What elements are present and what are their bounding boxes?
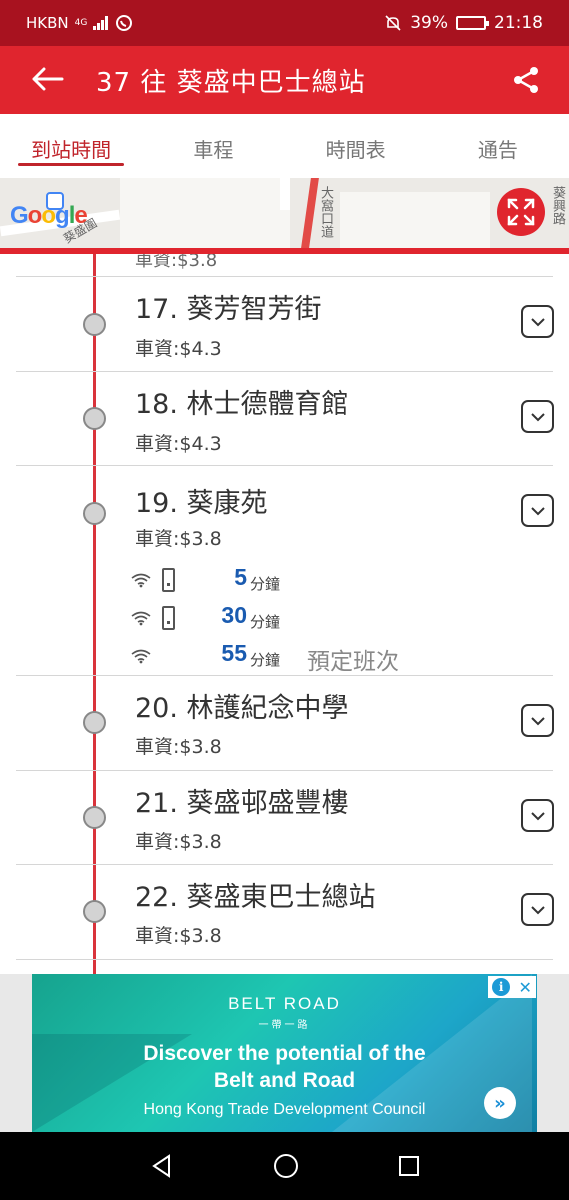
- page-title: 37 往 葵盛中巴士總站: [96, 67, 366, 98]
- ad-headline-line: Belt and Road: [213, 1069, 356, 1092]
- battery-percent: 39%: [410, 13, 448, 33]
- tab-bar: 到站時間 車程 時間表 通告: [0, 114, 569, 178]
- map-label: 葵興路: [550, 186, 565, 225]
- home-nav-icon[interactable]: [272, 1152, 300, 1180]
- close-icon[interactable]: ✕: [518, 978, 531, 997]
- stop-name: 18. 林士德體育館: [135, 389, 349, 420]
- expand-icon: [507, 198, 535, 226]
- expand-button[interactable]: [521, 893, 554, 926]
- gps-device-icon: [162, 606, 175, 630]
- chevron-down-icon: [530, 716, 545, 725]
- share-button[interactable]: [483, 66, 569, 94]
- eta-row: 55 分鐘 預定班次: [0, 640, 569, 678]
- expand-button[interactable]: [521, 400, 554, 433]
- list-item[interactable]: 21. 葵盛邨盛豐樓 車資:$3.8: [0, 771, 569, 864]
- expand-button[interactable]: [521, 704, 554, 737]
- gps-device-icon: [162, 568, 175, 592]
- expand-map-button[interactable]: [497, 188, 545, 236]
- separator: [16, 959, 553, 960]
- carrier-label: HKBN: [26, 14, 69, 32]
- network-label: 4G: [74, 18, 88, 28]
- list-item[interactable]: 17. 葵芳智芳街 車資:$4.3: [0, 277, 569, 371]
- ad-banner[interactable]: BELT ROAD 一帶一路 Discover the potential of…: [32, 974, 537, 1132]
- stop-fare: 車資:$3.8: [135, 736, 222, 758]
- list-item[interactable]: 18. 林士德體育館 車資:$4.3: [0, 372, 569, 465]
- expand-button[interactable]: [521, 799, 554, 832]
- clock: 21:18: [494, 13, 543, 33]
- scheduled-note: 預定班次: [307, 649, 399, 675]
- eta-minutes: 5: [234, 564, 247, 590]
- list-item[interactable]: 20. 林護紀念中學 車資:$3.8: [0, 676, 569, 770]
- stop-fare: 車資:$3.8: [135, 528, 222, 550]
- realtime-signal-icon: [131, 611, 151, 626]
- chevron-down-icon: [530, 506, 545, 515]
- tab-notices[interactable]: 通告: [427, 114, 569, 178]
- stop-fare: 車資:$4.3: [135, 433, 222, 455]
- back-nav-icon[interactable]: [149, 1153, 175, 1179]
- eta-unit: 分鐘: [250, 651, 281, 669]
- ad-advertiser: Hong Kong Trade Development Council: [143, 1101, 426, 1118]
- eta-minutes: 30: [221, 602, 247, 628]
- system-nav-bar: [0, 1132, 569, 1200]
- chevron-down-icon: [530, 811, 545, 820]
- ad-open-button[interactable]: »: [484, 1087, 516, 1119]
- double-chevron-right-icon: »: [494, 1092, 506, 1114]
- adchoices-badge[interactable]: i ✕: [488, 976, 536, 998]
- ad-container: BELT ROAD 一帶一路 Discover the potential of…: [0, 974, 569, 1132]
- stop-fare: 車資:$3.8: [135, 831, 222, 853]
- stop-name: 17. 葵芳智芳街: [135, 294, 322, 325]
- eta-row: 5 分鐘: [0, 564, 569, 602]
- list-item[interactable]: 22. 葵盛東巴士總站 車資:$3.8: [0, 865, 569, 959]
- back-button[interactable]: [0, 64, 96, 96]
- stop-name: 22. 葵盛東巴士總站: [135, 882, 376, 913]
- tab-journey[interactable]: 車程: [142, 114, 284, 178]
- ad-headline-line: Discover the potential of the: [143, 1042, 426, 1065]
- stop-fare: 車資:$4.3: [135, 338, 222, 360]
- stop-name: 20. 林護紀念中學: [135, 693, 349, 724]
- share-icon: [514, 67, 538, 93]
- whatsapp-icon: [116, 15, 133, 31]
- route-map[interactable]: Google 大窩口道 葵盛圍 葵興路: [0, 178, 569, 248]
- app-bar: 37 往 葵盛中巴士總站: [0, 46, 569, 114]
- ad-brand-sub: 一帶一路: [258, 1020, 311, 1031]
- stop-dot: [83, 502, 106, 525]
- map-label: 大窩口道: [318, 186, 333, 238]
- stop-fare: 車資:$3.8: [135, 254, 218, 271]
- ad-headline: Discover the potential of the Belt and R…: [32, 1040, 537, 1094]
- eta-row: 30 分鐘: [0, 602, 569, 640]
- stop-name: 19. 葵康苑: [135, 488, 268, 519]
- realtime-signal-icon: [131, 649, 151, 664]
- tab-arrival-time[interactable]: 到站時間: [0, 114, 142, 178]
- realtime-signal-icon: [131, 573, 151, 588]
- stop-dot: [83, 711, 106, 734]
- battery-icon: [456, 16, 489, 30]
- stop-list[interactable]: 車資:$3.8 17. 葵芳智芳街 車資:$4.3 18. 林士德體育館 車資:…: [0, 254, 569, 974]
- stop-name: 21. 葵盛邨盛豐樓: [135, 788, 349, 819]
- stop-dot: [83, 407, 106, 430]
- status-bar: HKBN 4G 39% 21:18: [0, 0, 569, 46]
- recents-nav-icon[interactable]: [397, 1154, 421, 1178]
- map-road: [280, 178, 290, 210]
- expand-button[interactable]: [521, 305, 554, 338]
- map-block: [120, 178, 290, 248]
- chevron-down-icon: [530, 412, 545, 421]
- mute-icon: [385, 15, 401, 31]
- eta-unit: 分鐘: [250, 575, 281, 593]
- map-block: [340, 192, 490, 248]
- stop-dot: [83, 313, 106, 336]
- signal-icon: [93, 16, 109, 30]
- eta-minutes: 55: [221, 640, 247, 666]
- stop-dot: [83, 806, 106, 829]
- info-icon[interactable]: i: [492, 978, 511, 996]
- eta-unit: 分鐘: [250, 613, 281, 631]
- stop-dot: [83, 900, 106, 923]
- chevron-down-icon: [530, 905, 545, 914]
- chevron-down-icon: [530, 317, 545, 326]
- arrow-left-icon: [32, 67, 64, 91]
- stop-fare: 車資:$3.8: [135, 925, 222, 947]
- ad-brand: BELT ROAD: [228, 994, 341, 1013]
- collapse-button[interactable]: [521, 494, 554, 527]
- tab-timetable[interactable]: 時間表: [285, 114, 427, 178]
- list-item[interactable]: 19. 葵康苑 車資:$3.8 5 分鐘 30 分鐘 55 分鐘 預定班次: [0, 466, 569, 675]
